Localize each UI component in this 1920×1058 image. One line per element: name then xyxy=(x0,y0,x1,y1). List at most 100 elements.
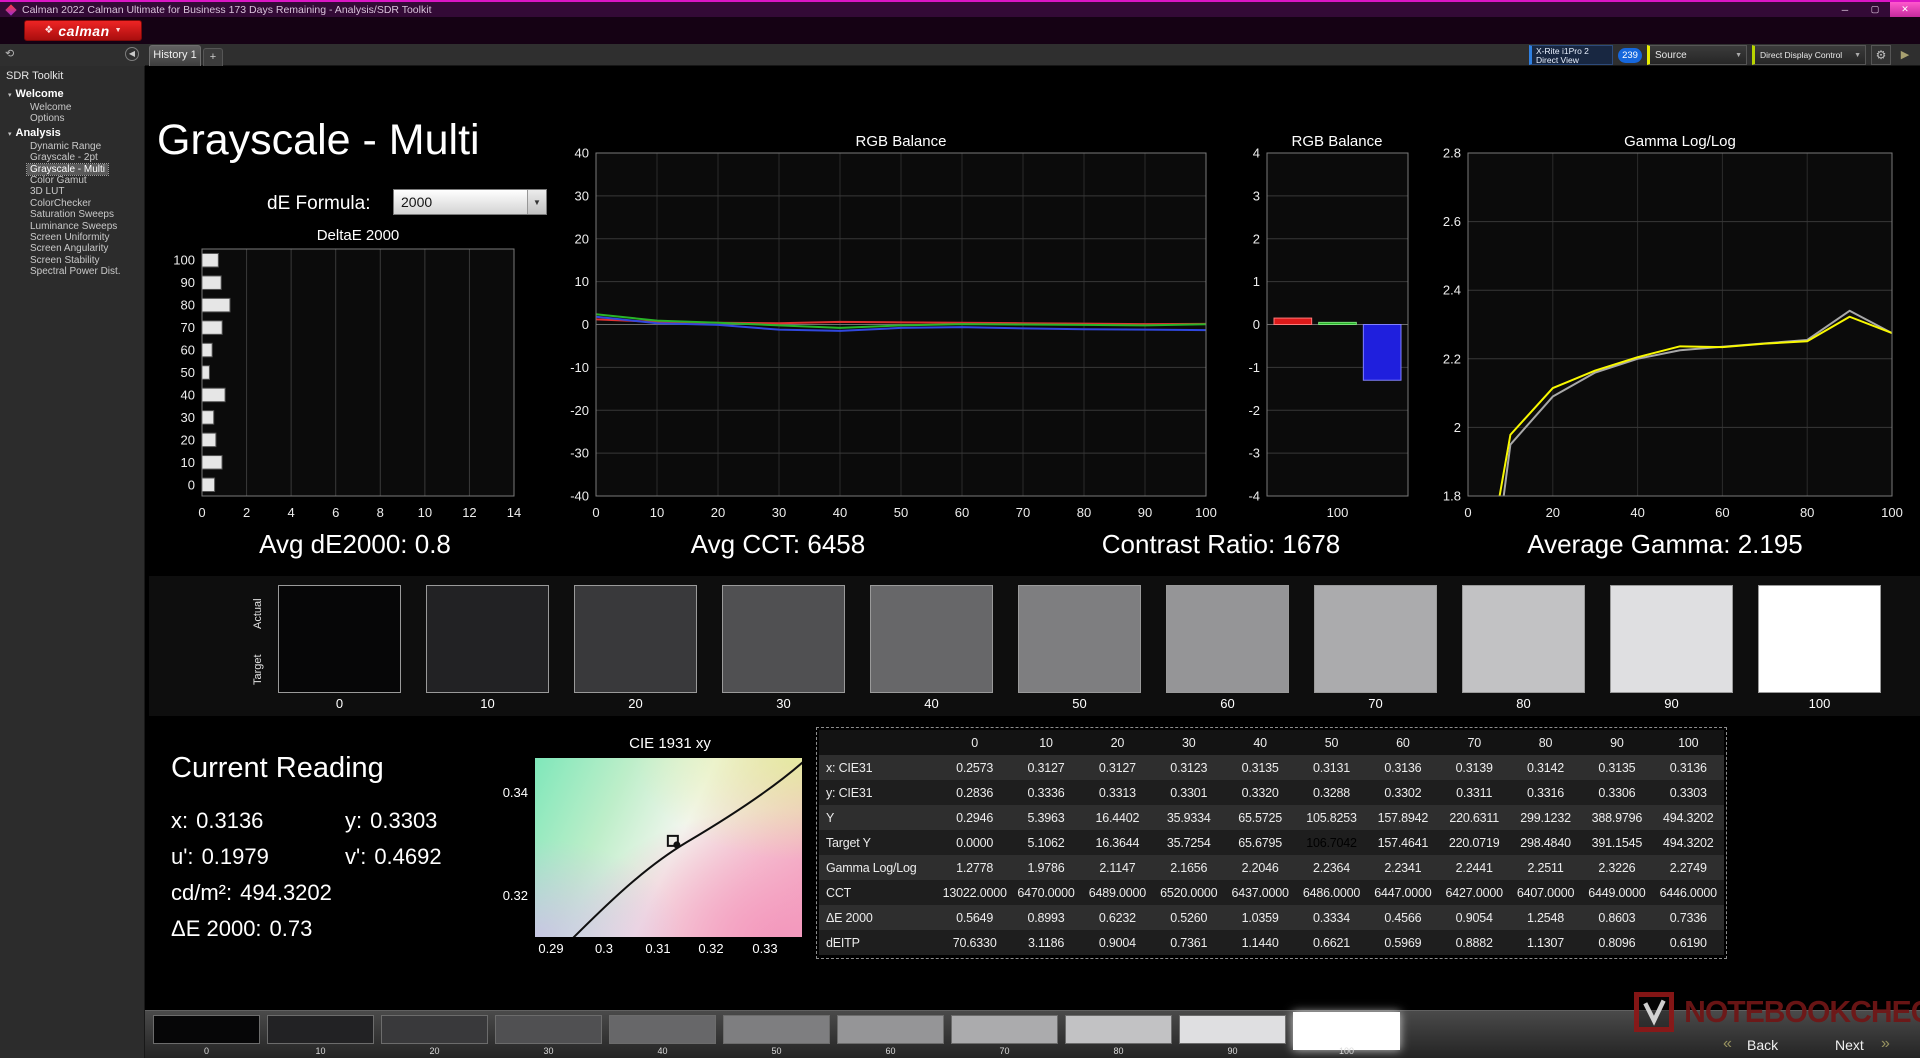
table-cell[interactable]: 16.3644 xyxy=(1081,830,1154,855)
add-tab-button[interactable]: + xyxy=(203,48,223,66)
collapse-sidebar-icon[interactable]: ◀ xyxy=(125,47,139,61)
table-cell[interactable]: 0.3313 xyxy=(1081,780,1154,805)
table-cell[interactable]: 2.2364 xyxy=(1295,855,1368,880)
table-cell[interactable]: 391.1545 xyxy=(1581,830,1653,855)
table-cell[interactable]: 0.3135 xyxy=(1581,755,1653,780)
maximize-button[interactable]: ▢ xyxy=(1860,2,1890,17)
next-chevrons-icon[interactable]: » xyxy=(1881,1035,1890,1053)
de-formula-dropdown[interactable]: 2000 ▼ xyxy=(393,189,547,215)
table-cell[interactable]: 3.1186 xyxy=(1010,930,1082,955)
table-cell[interactable]: 0.3136 xyxy=(1367,755,1439,780)
table-cell[interactable]: 0.9054 xyxy=(1438,905,1510,930)
sidebar-item-luminance-sweeps[interactable]: Luminance Sweeps xyxy=(27,221,120,232)
table-cell[interactable]: 2.1656 xyxy=(1153,855,1225,880)
table-cell[interactable]: 105.8253 xyxy=(1295,805,1368,830)
sidebar-item-spectral-power-dist[interactable]: Spectral Power Dist. xyxy=(27,266,124,277)
sidebar-item-welcome[interactable]: Welcome xyxy=(27,102,75,113)
table-cell[interactable]: 2.2749 xyxy=(1652,855,1724,880)
table-cell[interactable]: 6489.0000 xyxy=(1081,880,1154,905)
level-button-0[interactable] xyxy=(153,1015,260,1044)
gear-icon[interactable]: ⚙ xyxy=(1871,45,1891,65)
table-cell[interactable]: 6437.0000 xyxy=(1224,880,1296,905)
tab-history-1[interactable]: History 1 xyxy=(149,45,201,66)
table-cell[interactable]: 299.1232 xyxy=(1509,805,1582,830)
level-button-100[interactable] xyxy=(1293,1012,1400,1050)
back-chevrons-icon[interactable]: « xyxy=(1723,1035,1732,1053)
table-cell[interactable]: 0.3131 xyxy=(1295,755,1368,780)
sidebar-item-screen-stability[interactable]: Screen Stability xyxy=(27,255,102,266)
level-button-20[interactable] xyxy=(381,1015,488,1044)
tree-expander-icon[interactable]: ▾ xyxy=(8,92,12,99)
table-cell[interactable]: 0.6190 xyxy=(1652,930,1724,955)
sidebar-item-options[interactable]: Options xyxy=(27,113,67,124)
table-cell[interactable]: 6407.0000 xyxy=(1509,880,1582,905)
back-button[interactable]: Back xyxy=(1747,1037,1778,1053)
calman-menu-button[interactable]: ❖ calman ▼ xyxy=(24,20,142,41)
table-cell[interactable]: 0.0000 xyxy=(939,830,1011,855)
table-cell[interactable]: 70.6330 xyxy=(939,930,1011,955)
sidebar-item-grayscale-multi[interactable]: Grayscale - Multi xyxy=(25,162,110,177)
level-button-60[interactable] xyxy=(837,1015,944,1044)
table-cell[interactable]: 2.2441 xyxy=(1438,855,1510,880)
sidebar-item-dynamic-range[interactable]: Dynamic Range xyxy=(27,141,104,152)
table-cell[interactable]: 0.2573 xyxy=(939,755,1011,780)
table-cell[interactable]: 1.2778 xyxy=(939,855,1011,880)
sidebar-item-colorchecker[interactable]: ColorChecker xyxy=(27,198,94,209)
table-cell[interactable]: 0.8993 xyxy=(1010,905,1082,930)
table-cell[interactable]: 0.3336 xyxy=(1010,780,1082,805)
table-cell[interactable]: 494.3202 xyxy=(1652,830,1724,855)
table-cell[interactable]: 220.0719 xyxy=(1438,830,1510,855)
table-cell[interactable]: 157.4641 xyxy=(1367,830,1439,855)
table-cell[interactable]: 6447.0000 xyxy=(1367,880,1439,905)
panel-pin-icon[interactable]: ⟲ xyxy=(5,47,14,60)
next-button[interactable]: Next xyxy=(1835,1037,1864,1053)
table-cell[interactable]: 0.3306 xyxy=(1581,780,1653,805)
table-cell[interactable]: 0.8882 xyxy=(1438,930,1510,955)
table-cell[interactable]: 6520.0000 xyxy=(1153,880,1225,905)
table-cell[interactable]: 0.3303 xyxy=(1652,780,1724,805)
sidebar-item-3d-lut[interactable]: 3D LUT xyxy=(27,186,67,197)
table-cell[interactable]: 35.9334 xyxy=(1153,805,1225,830)
table-cell[interactable]: 13022.0000 xyxy=(939,880,1011,905)
table-cell[interactable]: 0.3334 xyxy=(1295,905,1368,930)
table-cell[interactable]: 0.5260 xyxy=(1153,905,1225,930)
display-control-dropdown[interactable]: Direct Display Control ▼ xyxy=(1752,45,1866,65)
table-cell[interactable]: 0.7361 xyxy=(1153,930,1225,955)
level-button-30[interactable] xyxy=(495,1015,602,1044)
table-cell[interactable]: 1.2548 xyxy=(1509,905,1582,930)
table-cell[interactable]: 157.8942 xyxy=(1367,805,1439,830)
table-cell[interactable]: 1.9786 xyxy=(1010,855,1082,880)
sidebar-group-welcome[interactable]: ▾ Welcome xyxy=(0,88,144,102)
table-cell[interactable]: 2.3226 xyxy=(1581,855,1653,880)
table-cell[interactable]: 6446.0000 xyxy=(1652,880,1724,905)
tree-expander-icon[interactable]: ▾ xyxy=(8,131,12,138)
meter-button[interactable]: X-Rite i1Pro 2 Direct View xyxy=(1529,45,1613,65)
table-cell[interactable]: 65.6795 xyxy=(1224,830,1296,855)
table-cell[interactable]: 16.4402 xyxy=(1081,805,1154,830)
table-cell[interactable]: 0.3316 xyxy=(1509,780,1582,805)
level-button-50[interactable] xyxy=(723,1015,830,1044)
close-button[interactable]: ✕ xyxy=(1890,2,1920,17)
level-button-10[interactable] xyxy=(267,1015,374,1044)
level-button-70[interactable] xyxy=(951,1015,1058,1044)
level-button-40[interactable] xyxy=(609,1015,716,1044)
table-cell[interactable]: 298.4840 xyxy=(1509,830,1582,855)
table-cell[interactable]: 6449.0000 xyxy=(1581,880,1653,905)
table-cell[interactable]: 0.8096 xyxy=(1581,930,1653,955)
table-cell[interactable]: 2.2511 xyxy=(1509,855,1582,880)
table-cell[interactable]: 1.0359 xyxy=(1224,905,1296,930)
table-cell[interactable]: 65.5725 xyxy=(1224,805,1296,830)
table-cell[interactable]: 0.3136 xyxy=(1652,755,1724,780)
table-cell[interactable]: 6486.0000 xyxy=(1295,880,1368,905)
sidebar-item-color-gamut[interactable]: Color Gamut xyxy=(27,175,90,186)
table-cell[interactable]: 0.3135 xyxy=(1224,755,1296,780)
table-cell[interactable]: 0.7336 xyxy=(1652,905,1724,930)
source-dropdown[interactable]: Source ▼ xyxy=(1647,45,1747,65)
table-cell[interactable]: 6427.0000 xyxy=(1438,880,1510,905)
table-cell[interactable]: 0.3302 xyxy=(1367,780,1439,805)
minimize-button[interactable]: ─ xyxy=(1830,2,1860,17)
table-cell[interactable]: 5.1062 xyxy=(1010,830,1082,855)
table-cell[interactable]: 1.1307 xyxy=(1509,930,1582,955)
table-cell[interactable]: 0.3311 xyxy=(1438,780,1510,805)
table-cell[interactable]: 0.9004 xyxy=(1081,930,1154,955)
